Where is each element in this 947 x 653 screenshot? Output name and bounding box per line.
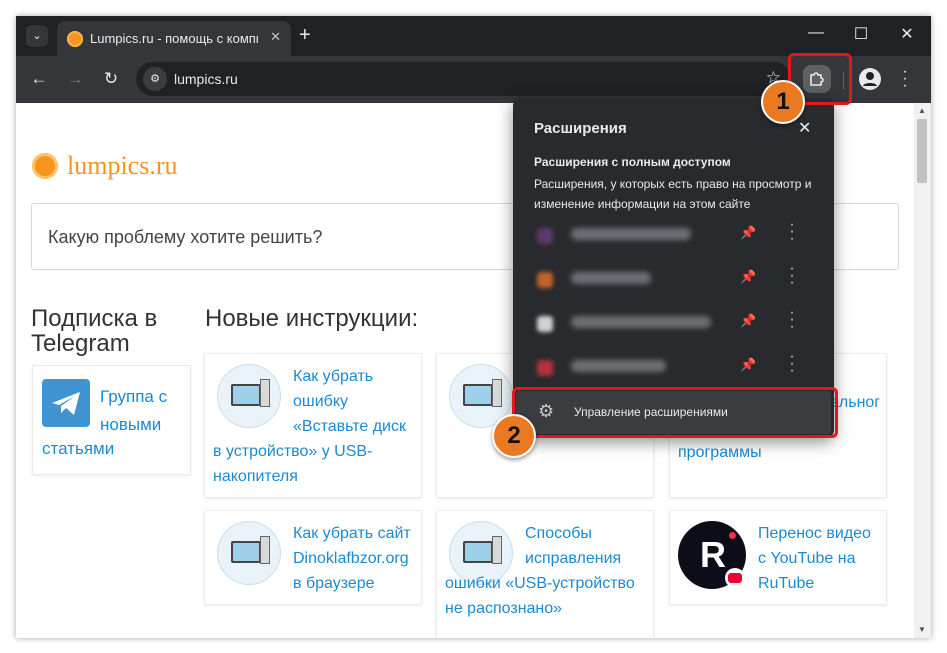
full-access-heading: Расширения с полным доступом: [534, 155, 731, 169]
reload-button[interactable]: ↻: [101, 69, 121, 89]
profile-avatar-icon[interactable]: [859, 68, 881, 90]
scroll-thumb[interactable]: [917, 119, 927, 183]
highlight-manage-extensions: [512, 387, 838, 438]
extension-item[interactable]: 📌 · · ·: [513, 213, 834, 257]
extension-icon: [537, 360, 553, 376]
news-heading: Новые инструкции:: [205, 305, 419, 332]
article-title[interactable]: Как убрать ошибку «Вставьте диск: [293, 364, 418, 439]
article-card[interactable]: R Перенос видео с YouTube на RuTube: [669, 510, 887, 605]
tab-close-icon[interactable]: ✕: [270, 29, 281, 45]
orange-logo-icon: [32, 153, 58, 179]
computer-error-icon: [217, 521, 281, 585]
maximize-button[interactable]: ☐: [849, 24, 873, 44]
telegram-link-cont[interactable]: статьями: [42, 439, 114, 459]
article-card[interactable]: Способы исправления ошибки «USB-устройст…: [436, 510, 654, 638]
step-2-badge: 2: [492, 414, 536, 458]
site-info-icon[interactable]: ⚙: [143, 67, 167, 91]
scroll-up-arrow-icon[interactable]: ▲: [918, 106, 926, 115]
scroll-down-arrow-icon[interactable]: ▼: [918, 625, 926, 634]
telegram-heading: Подписка в Telegram: [31, 305, 158, 357]
youtube-icon: [725, 568, 745, 588]
logo-text: lumpics.ru: [67, 151, 178, 180]
active-tab[interactable]: Lumpics.ru - помощь с компьютером ✕: [57, 21, 291, 56]
tab-title: Lumpics.ru - помощь с компьютером: [90, 31, 258, 46]
extension-item[interactable]: 📌 · · ·: [513, 257, 834, 301]
popup-title: Расширения: [534, 120, 627, 137]
more-options-icon[interactable]: · · ·: [789, 349, 795, 379]
pin-icon[interactable]: 📌: [740, 357, 756, 373]
minimize-button[interactable]: —: [804, 24, 828, 42]
extension-icon: [537, 228, 553, 244]
popup-close-icon[interactable]: ✕: [798, 118, 811, 138]
new-tab-button[interactable]: +: [299, 24, 311, 46]
lumpics-favicon-icon: [67, 31, 83, 47]
article-title[interactable]: Способы исправления: [525, 521, 650, 571]
extension-icon: [537, 316, 553, 332]
browser-menu-icon[interactable]: · · ·: [900, 64, 910, 94]
back-button[interactable]: ←: [29, 69, 49, 89]
article-title-cont[interactable]: в устройство» у USB-накопителя: [213, 439, 413, 489]
article-title-cont[interactable]: в браузере: [293, 571, 375, 596]
article-card[interactable]: Как убрать ошибку «Вставьте диск в устро…: [204, 353, 422, 498]
close-window-button[interactable]: ✕: [895, 24, 919, 44]
address-bar[interactable]: ⚙ lumpics.ru ☆: [136, 62, 791, 96]
step-1-badge: 1: [761, 80, 805, 124]
extension-name-blurred: [571, 228, 691, 240]
page-scrollbar[interactable]: ▲ ▼: [914, 103, 931, 638]
search-placeholder: Какую проблему хотите решить?: [48, 227, 323, 247]
more-options-icon[interactable]: · · ·: [789, 217, 795, 247]
extension-name-blurred: [571, 272, 651, 284]
tab-strip: ⌄ Lumpics.ru - помощь с компьютером ✕ + …: [16, 16, 931, 56]
full-access-description: Расширения, у которых есть право на прос…: [534, 177, 812, 211]
article-title[interactable]: Как убрать сайт Dinoklafbzor.org: [293, 521, 418, 571]
rutube-logo-icon: R: [678, 521, 746, 589]
pin-icon[interactable]: 📌: [740, 225, 756, 241]
article-title-cont[interactable]: программы: [678, 440, 762, 465]
pin-icon[interactable]: 📌: [740, 313, 756, 329]
article-card[interactable]: Как убрать сайт Dinoklafbzor.org в брауз…: [204, 510, 422, 605]
extension-item[interactable]: 📌 · · ·: [513, 301, 834, 345]
article-title[interactable]: Перенос видео с YouTube на RuTube: [758, 521, 883, 596]
more-options-icon[interactable]: · · ·: [789, 261, 795, 291]
extension-item[interactable]: 📌 · · ·: [513, 345, 834, 389]
extension-name-blurred: [571, 316, 711, 328]
computer-disk-icon: [217, 364, 281, 428]
more-options-icon[interactable]: · · ·: [789, 305, 795, 335]
telegram-card[interactable]: Группа с новыми статьями: [32, 365, 191, 475]
extension-name-blurred: [571, 360, 666, 372]
article-title-cont[interactable]: ошибки «USB-устройство не распознано»: [445, 571, 645, 621]
telegram-link[interactable]: Группа с новыми: [100, 383, 185, 439]
telegram-icon: [42, 379, 90, 427]
url-text[interactable]: lumpics.ru: [174, 71, 238, 87]
extension-icon: [537, 272, 553, 288]
tab-search-button[interactable]: ⌄: [26, 25, 48, 47]
pin-icon[interactable]: 📌: [740, 269, 756, 285]
forward-button[interactable]: →: [65, 69, 85, 89]
